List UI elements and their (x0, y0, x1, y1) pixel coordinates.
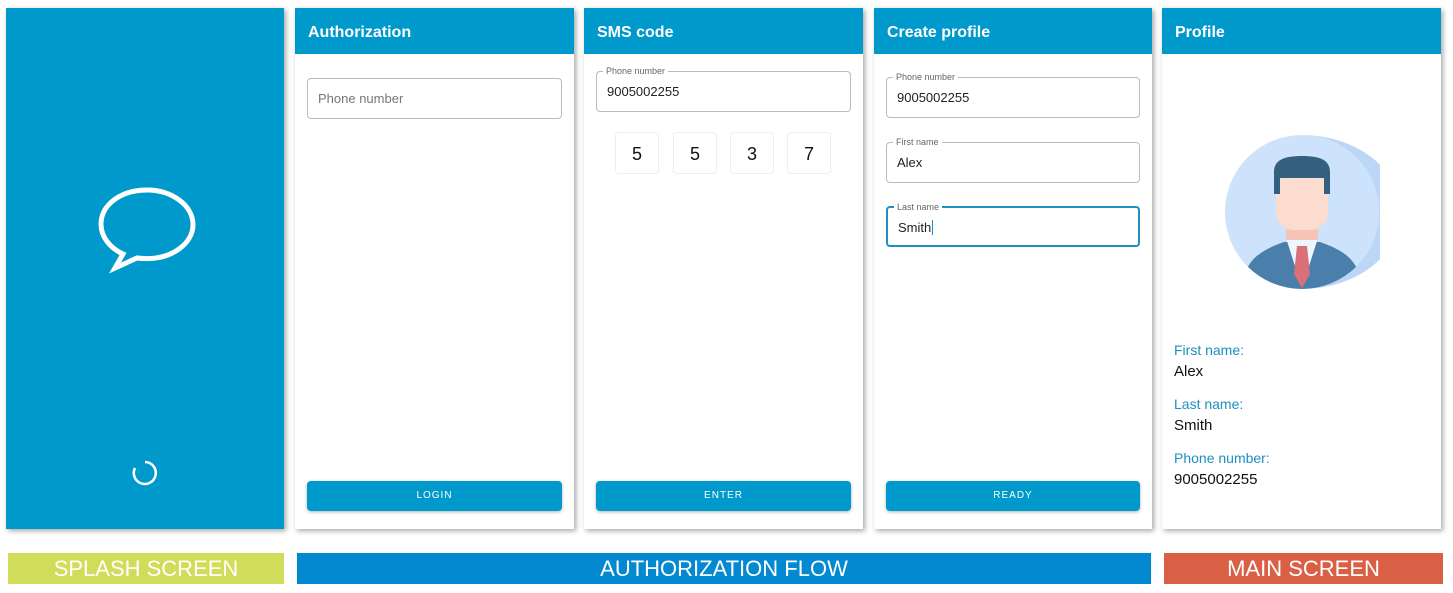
splash-screen (6, 8, 284, 529)
phone-number-input[interactable]: Phone number 9005002255 (886, 72, 1140, 118)
code-digit-input[interactable]: 7 (787, 132, 831, 174)
phone-number-input[interactable]: Phone number 9005002255 (596, 66, 851, 112)
splash-screen-band: SPLASH SCREEN (8, 553, 284, 584)
screen-title: Authorization (295, 8, 574, 54)
code-digit-input[interactable]: 5 (673, 132, 717, 174)
first-name-value: Alex (1174, 363, 1204, 380)
code-digit-input[interactable]: 3 (730, 132, 774, 174)
sms-code-screen: SMS code Phone number 9005002255 5 5 3 7 … (584, 8, 863, 529)
profile-screen: Profile First name: Alex Last name: Smit… (1162, 8, 1441, 529)
text-cursor: ​ (932, 220, 934, 235)
first-name-label: First name (893, 137, 942, 147)
phone-label: Phone number (893, 72, 959, 82)
login-button[interactable]: LOGIN (307, 481, 562, 511)
enter-button[interactable]: ENTER (596, 481, 851, 511)
screen-title: SMS code (584, 8, 863, 54)
screen-title: Create profile (874, 8, 1152, 54)
code-digit-input[interactable]: 5 (615, 132, 659, 174)
phone-number-value: 9005002255 (1174, 471, 1258, 488)
ready-button[interactable]: READY (886, 481, 1140, 511)
screen-title: Profile (1162, 8, 1441, 54)
last-name-label: Last name: (1174, 396, 1244, 412)
phone-label: Phone number (603, 66, 669, 76)
create-profile-screen: Create profile Phone number 9005002255 Fi… (874, 8, 1152, 529)
phone-placeholder: Phone number (318, 91, 404, 106)
last-name-label: Last name (894, 202, 943, 212)
authorization-flow-band: AUTHORIZATION FLOW (297, 553, 1151, 584)
phone-number-input[interactable]: Phone number (307, 78, 562, 119)
chat-bubble-icon (98, 187, 196, 274)
authorization-screen: Authorization Phone number LOGIN (295, 8, 574, 529)
last-name-input[interactable]: Last name Smith​ (886, 202, 1140, 247)
loading-spinner-icon (132, 460, 158, 486)
first-name-value: Alex (897, 155, 923, 170)
main-screen-band: MAIN SCREEN (1164, 553, 1443, 584)
first-name-label: First name: (1174, 342, 1245, 358)
phone-value: 9005002255 (607, 84, 680, 99)
phone-value: 9005002255 (897, 90, 970, 105)
phone-number-label: Phone number: (1174, 450, 1270, 466)
last-name-value: Smith (1174, 417, 1213, 434)
avatar (1225, 135, 1380, 289)
first-name-input[interactable]: First name Alex (886, 137, 1140, 183)
last-name-value: Smith (898, 220, 932, 235)
